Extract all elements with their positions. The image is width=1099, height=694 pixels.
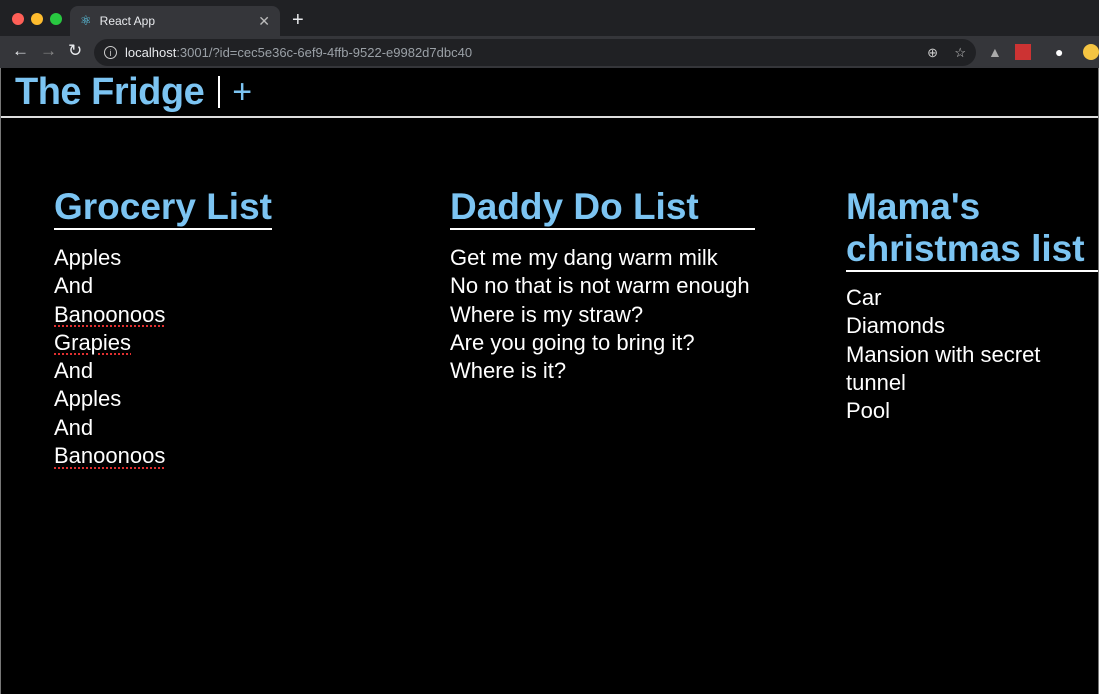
add-list-button[interactable]: +	[232, 75, 252, 109]
url-host: localhost	[125, 45, 176, 60]
close-tab-icon[interactable]: ✕	[258, 13, 270, 30]
zoom-icon[interactable]: ⊕	[927, 45, 938, 61]
info-icon[interactable]: i	[104, 46, 117, 59]
tab-title: React App	[100, 14, 155, 28]
close-window-button[interactable]	[12, 13, 24, 25]
drive-extension-icon[interactable]: ▲	[988, 44, 1002, 60]
list-item[interactable]: Car	[846, 284, 1098, 312]
forward-icon[interactable]: →	[40, 41, 57, 61]
list-card-grocery: Grocery List Apples And Banoonoos Grapie…	[54, 186, 272, 470]
address-bar[interactable]: i localhost:3001/?id=cec5e36c-6ef9-4ffb-…	[94, 39, 976, 66]
list-item[interactable]: Where is it?	[450, 357, 755, 385]
browser-tab[interactable]: ⚛ React App ✕	[70, 6, 280, 36]
list-item[interactable]: Diamonds	[846, 312, 1098, 340]
profile-icon[interactable]: ●	[1055, 44, 1063, 60]
maximize-window-button[interactable]	[50, 13, 62, 25]
list-item[interactable]: Mansion with secret tunnel	[846, 341, 1061, 398]
list-item[interactable]: Where is my straw?	[450, 301, 755, 329]
list-card-daddy: Daddy Do List Get me my dang warm milk N…	[450, 186, 755, 385]
list-item[interactable]: Banoonoos	[54, 301, 165, 329]
list-item[interactable]: No no that is not warm enough	[450, 272, 755, 300]
reload-icon[interactable]: ↻	[68, 41, 82, 61]
react-icon: ⚛	[80, 13, 92, 29]
app-page: The Fridge + Grocery List Apples And Ban…	[0, 68, 1099, 694]
list-items: Apples And Banoonoos Grapies And Apples …	[54, 244, 272, 470]
list-item[interactable]: And	[54, 272, 272, 300]
minimize-window-button[interactable]	[31, 13, 43, 25]
list-item[interactable]: Are you going to bring it?	[450, 329, 755, 357]
url-path: :3001/?id=cec5e36c-6ef9-4ffb-9522-e9982d…	[176, 45, 472, 60]
list-title[interactable]: Mama's christmas list	[846, 186, 1098, 272]
list-card-mama: Mama's christmas list Car Diamonds Mansi…	[846, 186, 1098, 425]
browser-toolbar: ← → ↻ i localhost:3001/?id=cec5e36c-6ef9…	[0, 36, 1099, 68]
list-item[interactable]: Banoonoos	[54, 442, 165, 470]
new-tab-button[interactable]: +	[292, 9, 304, 32]
list-item[interactable]: Pool	[846, 397, 1098, 425]
list-item[interactable]: And	[54, 357, 272, 385]
list-item[interactable]: Get me my dang warm milk	[450, 244, 755, 272]
list-items: Car Diamonds Mansion with secret tunnel …	[846, 284, 1098, 425]
app-title: The Fridge	[15, 71, 204, 114]
list-items: Get me my dang warm milk No no that is n…	[450, 244, 755, 385]
app-header: The Fridge +	[1, 68, 1098, 118]
window-controls	[12, 13, 62, 25]
list-title[interactable]: Daddy Do List	[450, 186, 755, 230]
list-item[interactable]: Grapies	[54, 329, 131, 357]
extension-icon[interactable]	[1015, 44, 1031, 60]
list-title[interactable]: Grocery List	[54, 186, 272, 230]
header-divider	[218, 76, 220, 108]
browser-tabstrip: ⚛ React App ✕ +	[0, 0, 1099, 36]
list-item[interactable]: Apples	[54, 385, 272, 413]
update-icon[interactable]	[1083, 44, 1099, 60]
list-item[interactable]: And	[54, 414, 272, 442]
list-item[interactable]: Apples	[54, 244, 272, 272]
star-icon[interactable]: ☆	[954, 45, 966, 61]
back-icon[interactable]: ←	[12, 41, 29, 61]
